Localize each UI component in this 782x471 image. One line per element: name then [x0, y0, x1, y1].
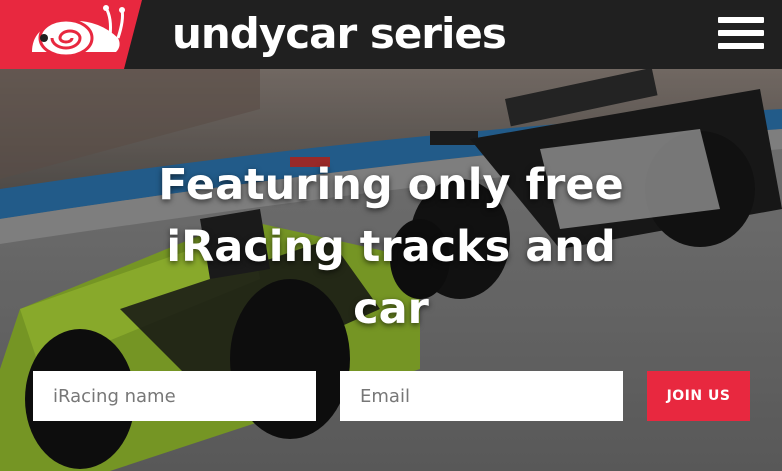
- join-us-button[interactable]: JOIN US: [647, 371, 750, 421]
- email-input[interactable]: [340, 371, 623, 421]
- hamburger-menu-icon[interactable]: [718, 17, 764, 53]
- site-title[interactable]: undycar series: [172, 4, 507, 64]
- top-bar: undycar series: [0, 0, 782, 69]
- site-logo[interactable]: [0, 0, 142, 69]
- iracing-name-input[interactable]: [33, 371, 316, 421]
- hero-section: Featuring only free iRacing tracks and c…: [0, 69, 782, 471]
- hero-headline: Featuring only free iRacing tracks and c…: [158, 160, 624, 334]
